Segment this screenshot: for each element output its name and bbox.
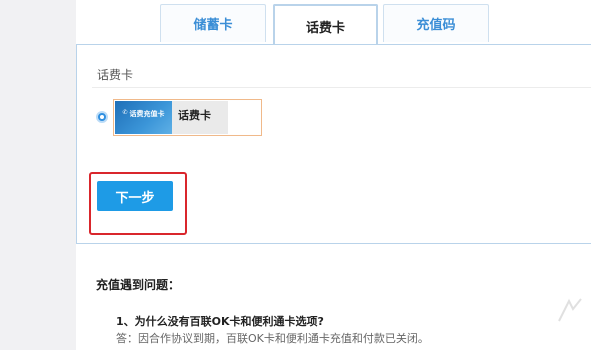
section-label: 话费卡 <box>97 68 134 82</box>
card-name: 话费卡 <box>178 109 211 122</box>
faq-answer: 答：因合作协议到期，百联OK卡和便利通卡充值和付款已关闭。 <box>116 332 429 345</box>
faq-question: 1、为什么没有百联OK卡和便利通卡选项? <box>116 315 324 328</box>
phone-icon: ✆ <box>122 109 128 116</box>
faq-title: 充值遇到问题： <box>96 278 181 292</box>
left-sidebar <box>0 0 76 350</box>
card-thumbnail-image: ✆ 话费充值卡 <box>115 101 172 134</box>
next-step-button[interactable]: 下一步 <box>97 181 173 211</box>
tab-phone-card[interactable]: 话费卡 <box>273 4 378 46</box>
divider <box>92 87 591 88</box>
watermark-icon <box>558 298 582 322</box>
card-radio-button[interactable] <box>96 111 108 123</box>
card-thumbnail-text: 话费充值卡 <box>129 110 165 118</box>
tab-recharge-code[interactable]: 充值码 <box>383 4 489 42</box>
tab-savings-card[interactable]: 储蓄卡 <box>160 4 266 42</box>
phone-card-option[interactable]: ✆ 话费充值卡 话费卡 <box>113 99 262 136</box>
